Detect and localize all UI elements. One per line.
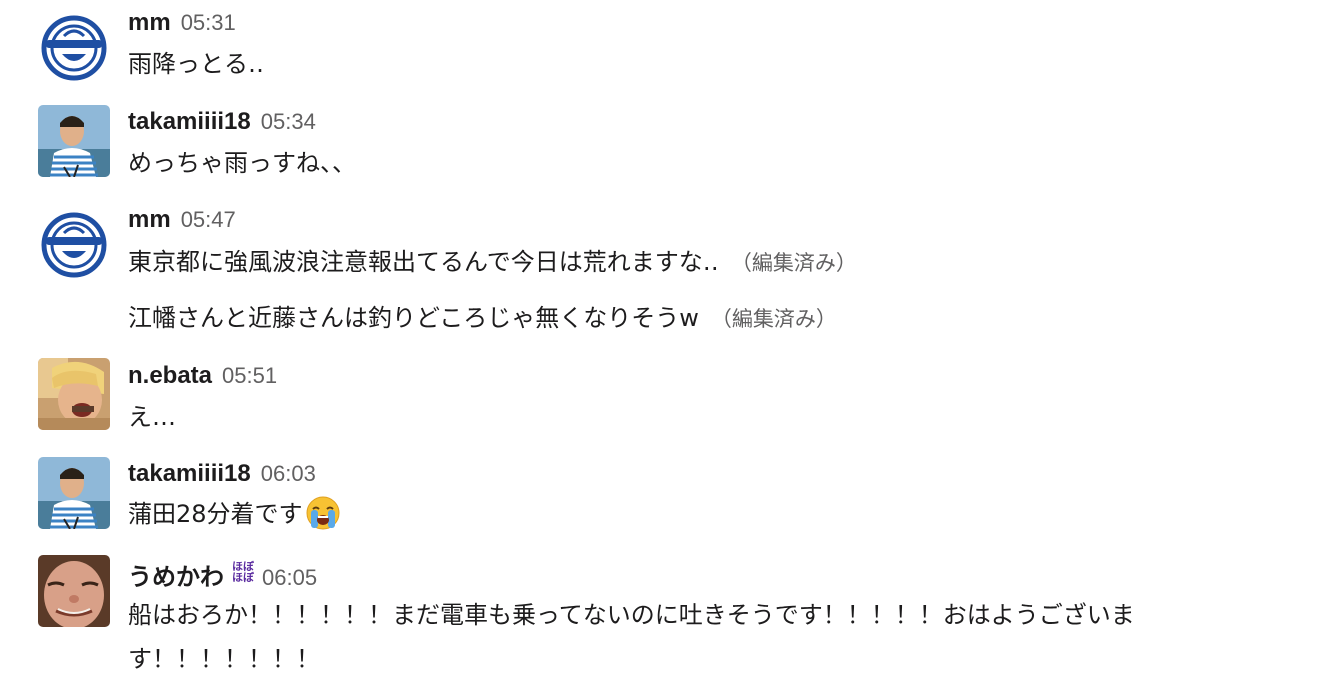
user-photo-icon xyxy=(38,358,110,430)
message-text-line: 東京都に強風波浪注意報出てるんで今日は荒れますな‥ （編集済み） xyxy=(128,245,857,280)
avatar[interactable] xyxy=(38,105,110,177)
edited-label: （編集済み） xyxy=(710,307,837,331)
edited-label: （編集済み） xyxy=(730,251,857,275)
timestamp[interactable]: 05:34 xyxy=(261,109,316,135)
laughing-man-logo-icon xyxy=(38,12,110,84)
timestamp[interactable]: 05:47 xyxy=(181,207,236,233)
message-text-line: 蒲田28分着です xyxy=(128,495,341,533)
status-emoji-badge[interactable]: ほぼ ほぼ xyxy=(232,561,254,583)
message-text: え… xyxy=(128,403,176,431)
user-photo-icon xyxy=(38,105,110,177)
message-text: 蒲田28分着です xyxy=(128,500,303,528)
laughing-man-logo-icon xyxy=(38,209,110,281)
user-photo-icon xyxy=(38,457,110,529)
avatar[interactable] xyxy=(38,457,110,529)
message-text: 江幡さんと近藤さんは釣りどころじゃ無くなりそうw xyxy=(128,304,699,332)
user-photo-icon xyxy=(38,555,110,627)
timestamp[interactable]: 06:05 xyxy=(262,565,317,591)
message-text: めっちゃ雨っすね、、 xyxy=(128,149,356,177)
username[interactable]: mm xyxy=(128,206,171,234)
username[interactable]: うめかわ xyxy=(128,557,224,592)
message-text: 船はおろか！！！！！！まだ電車も乗ってないのに吐きそうです！！！！！おはようござ… xyxy=(128,601,1135,673)
message-text: 東京都に強風波浪注意報出てるんで今日は荒れますな‥ xyxy=(128,248,719,276)
loudly-crying-face-icon[interactable] xyxy=(305,495,341,531)
timestamp[interactable]: 06:03 xyxy=(261,461,316,487)
avatar[interactable] xyxy=(38,358,110,430)
username[interactable]: takamiiii18 xyxy=(128,460,251,488)
message-text: 雨降っとる‥ xyxy=(128,50,265,78)
username[interactable]: n.ebata xyxy=(128,362,212,390)
message-text-line: 江幡さんと近藤さんは釣りどころじゃ無くなりそうw （編集済み） xyxy=(128,301,837,336)
username[interactable]: takamiiii18 xyxy=(128,108,251,136)
timestamp[interactable]: 05:51 xyxy=(222,363,277,389)
avatar[interactable] xyxy=(38,209,110,281)
username[interactable]: mm xyxy=(128,9,171,37)
badge-line: ほぼ xyxy=(232,571,254,584)
avatar[interactable] xyxy=(38,12,110,84)
timestamp[interactable]: 05:31 xyxy=(181,10,236,36)
avatar[interactable] xyxy=(38,555,110,627)
